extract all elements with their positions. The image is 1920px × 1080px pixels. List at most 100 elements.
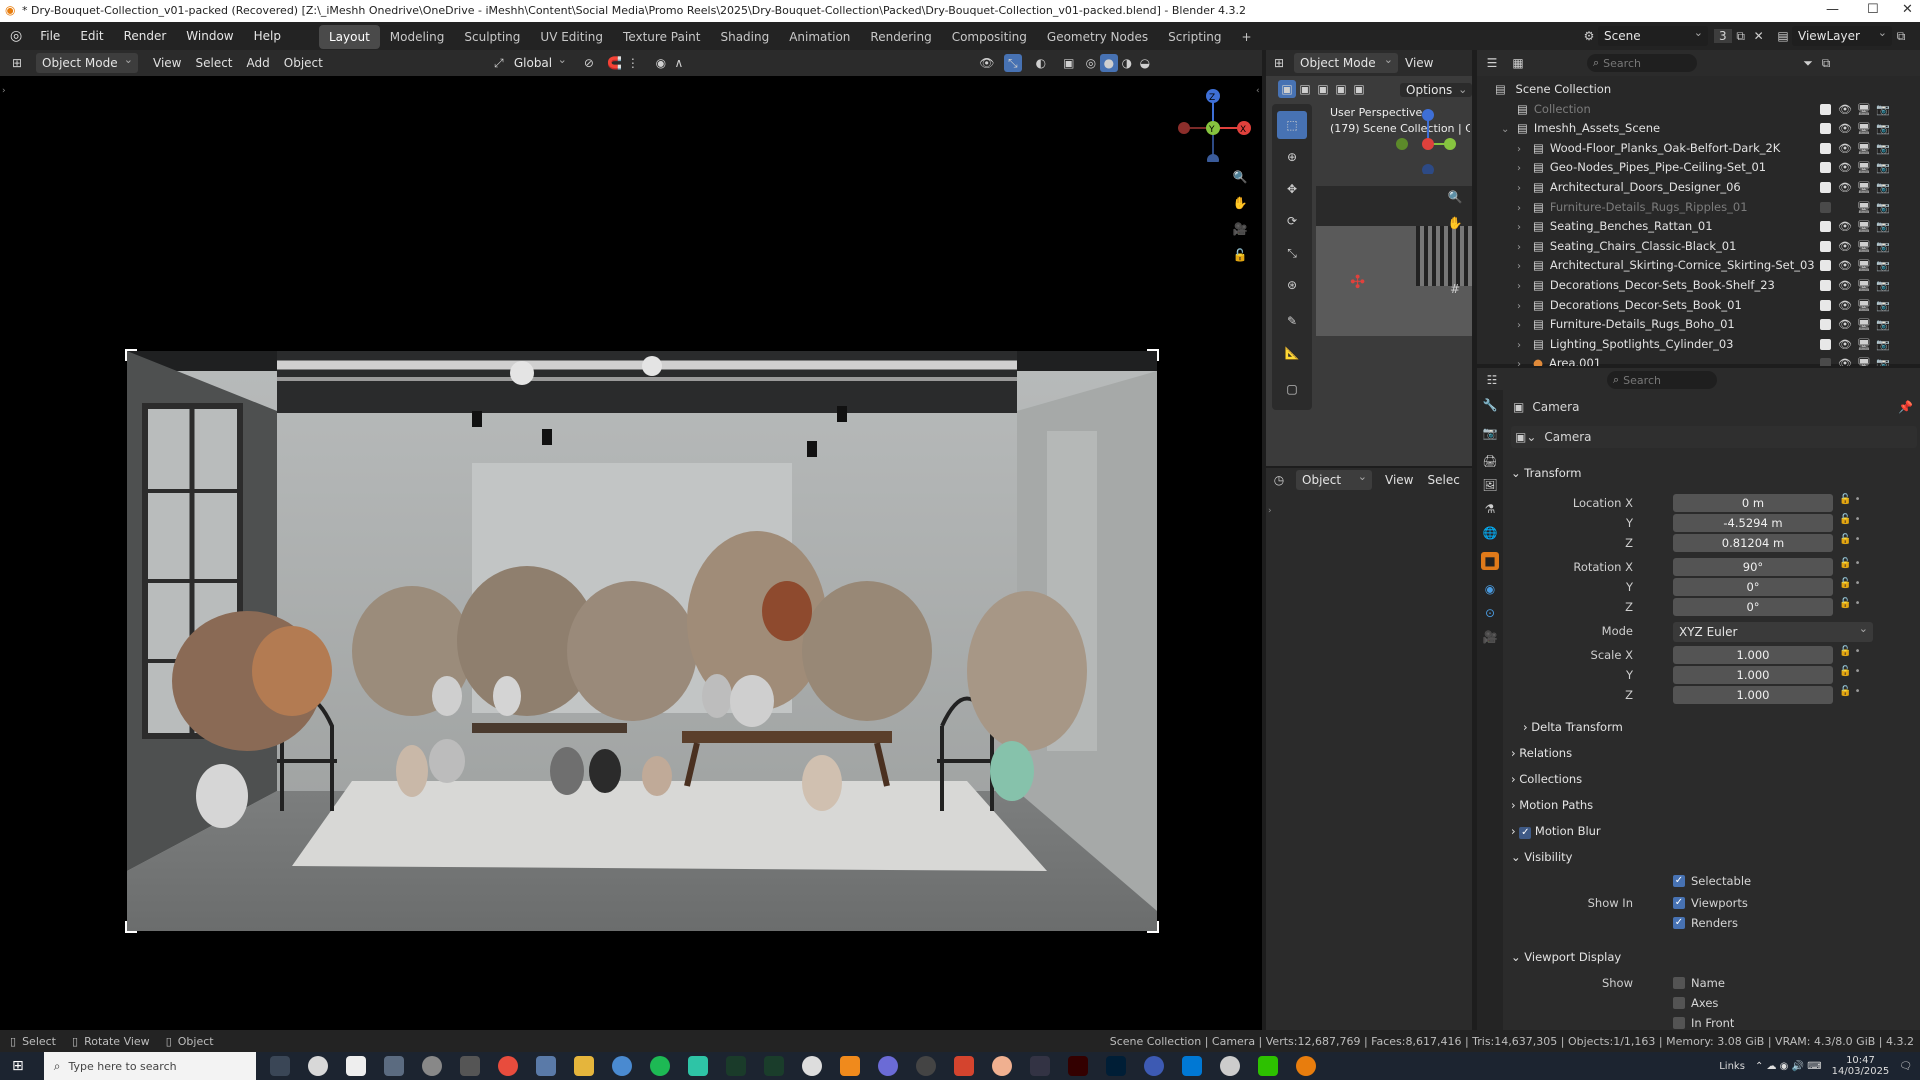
- render-toggle-icon[interactable]: 📷: [1876, 237, 1890, 257]
- measure-tool-icon[interactable]: 📐: [1277, 339, 1307, 367]
- view-layer-field[interactable]: ViewLayer: [1792, 23, 1892, 46]
- render-toggle-icon[interactable]: 📷: [1876, 217, 1890, 237]
- falloff-icon[interactable]: ∧: [670, 54, 688, 72]
- object-tab-icon[interactable]: ■: [1481, 552, 1499, 570]
- outliner-row[interactable]: › ▤ Architectural_Skirting-Cornice_Skirtin…: [1477, 256, 1920, 276]
- select-extend-icon[interactable]: ▣: [1296, 80, 1314, 98]
- outliner-search-input[interactable]: Search: [1603, 57, 1641, 70]
- timeline-expand-icon[interactable]: ›: [1268, 506, 1272, 516]
- tab-sculpting[interactable]: Sculpting: [454, 25, 530, 49]
- viewports-checkbox[interactable]: ✓: [1673, 897, 1685, 909]
- collections-panel[interactable]: › Collections: [1511, 772, 1582, 786]
- tray-icons[interactable]: ⌃ ☁ ◉ 🔊 ⌨: [1755, 1061, 1822, 1072]
- app-7-icon[interactable]: [991, 1056, 1012, 1076]
- exclude-checkbox[interactable]: [1820, 181, 1831, 193]
- links-label[interactable]: Links: [1719, 1061, 1745, 1072]
- outliner-row[interactable]: › ▤ Furniture-Details_Rugs_Ripples_01 🖥 📷: [1477, 198, 1920, 218]
- object-datablock[interactable]: ▣⌄ Camera: [1511, 426, 1917, 448]
- file-explorer-icon[interactable]: [573, 1056, 594, 1076]
- outliner-row[interactable]: › ▤ Architectural_Doors_Designer_06 👁 🖥 📷: [1477, 178, 1920, 198]
- relations-panel[interactable]: › Relations: [1511, 746, 1572, 760]
- tab-compositing[interactable]: Compositing: [942, 25, 1037, 49]
- delete-scene-icon[interactable]: ✕: [1750, 27, 1768, 45]
- orientation-dropdown[interactable]: Global: [508, 50, 572, 73]
- taskbar-search[interactable]: ⌕ Type here to search: [43, 1052, 256, 1080]
- scene-tab-icon[interactable]: ⚗: [1481, 500, 1499, 518]
- render-toggle-icon[interactable]: 📷: [1876, 315, 1890, 335]
- overlays-icon[interactable]: ◐: [1032, 54, 1050, 72]
- lock-location-x-icon[interactable]: 🔓 •: [1839, 494, 1869, 514]
- clock[interactable]: 10:47 14/03/2025: [1832, 1055, 1890, 1077]
- chevron-right-icon[interactable]: ›: [1517, 257, 1529, 277]
- gizmo-icon[interactable]: ⤡: [1003, 54, 1022, 72]
- painter-icon[interactable]: [763, 1056, 784, 1076]
- select-subtract-icon[interactable]: ▣: [1314, 80, 1332, 98]
- scale-x-field[interactable]: 1.000: [1673, 646, 1833, 664]
- motion-blur-panel[interactable]: › ✓ Motion Blur: [1511, 824, 1601, 839]
- sidebar-toggle-icon[interactable]: ‹: [1256, 86, 1260, 96]
- view-menu[interactable]: View: [146, 53, 188, 73]
- rotation-y-field[interactable]: 0°: [1673, 578, 1833, 596]
- show-axes-row[interactable]: Axes: [1673, 996, 1718, 1010]
- outliner-row[interactable]: › ▤ Seating_Chairs_Classic-Black_01 👁 🖥 📷: [1477, 237, 1920, 257]
- outliner-row[interactable]: ⌄ ▤ Imeshh_Assets_Scene 👁 🖥 📷: [1477, 119, 1920, 139]
- select-menu[interactable]: Select: [188, 53, 239, 73]
- datablock-name[interactable]: Camera: [1544, 430, 1591, 444]
- mini-zoom-icon[interactable]: 🔍: [1446, 188, 1464, 206]
- annotate-tool-icon[interactable]: ✎: [1277, 307, 1307, 335]
- blender-menu-icon[interactable]: ◎: [0, 28, 30, 44]
- outliner-row[interactable]: › ▤ Wood-Floor_Planks_Oak-Belfort-Dark_2K 👁…: [1477, 139, 1920, 159]
- chevron-right-icon[interactable]: ›: [1517, 238, 1529, 258]
- menu-help[interactable]: Help: [244, 22, 291, 50]
- motion-blur-checkbox[interactable]: ✓: [1519, 827, 1532, 839]
- location-x-field[interactable]: 0 m: [1673, 494, 1833, 512]
- new-view-layer-icon[interactable]: ⧉: [1892, 27, 1910, 45]
- secondary-3d-viewport[interactable]: ▣ ▣ ▣ ▣ ▣ Options User Perspective (179)…: [1266, 76, 1473, 466]
- visibility-panel-header[interactable]: ⌄ Visibility: [1511, 850, 1573, 864]
- properties-search-input[interactable]: Search: [1623, 374, 1661, 387]
- add-workspace-icon[interactable]: +: [1232, 25, 1262, 49]
- render-toggle-icon[interactable]: 📷: [1876, 198, 1890, 218]
- tab-geometry-nodes[interactable]: Geometry Nodes: [1037, 25, 1158, 49]
- cursor-tool-icon[interactable]: ⊕: [1277, 143, 1307, 171]
- eye-icon[interactable]: 👁: [1838, 256, 1852, 276]
- outliner-root[interactable]: ▤ Scene Collection: [1477, 80, 1920, 100]
- task-view-icon[interactable]: [269, 1056, 290, 1076]
- exclude-checkbox[interactable]: [1820, 201, 1831, 213]
- calculator-icon[interactable]: [383, 1056, 404, 1076]
- eye-icon[interactable]: 👁: [1838, 237, 1852, 257]
- lock-rotation-y-icon[interactable]: 🔓 •: [1839, 578, 1869, 598]
- render-toggle-icon[interactable]: 📷: [1876, 139, 1890, 159]
- menu-render[interactable]: Render: [114, 22, 177, 50]
- editor-type-icon[interactable]: ⊞: [8, 54, 26, 72]
- delta-transform-panel[interactable]: › Delta Transform: [1523, 720, 1623, 734]
- exclude-checkbox[interactable]: [1820, 240, 1831, 252]
- location-y-field[interactable]: -4.5294 m: [1673, 514, 1833, 532]
- viewports-row[interactable]: ✓ Viewports: [1673, 896, 1748, 910]
- constraints-tab-icon[interactable]: ⊙: [1481, 604, 1499, 622]
- filter-icon[interactable]: ⏷: [1799, 54, 1817, 72]
- taskbar-search-input[interactable]: Type here to search: [68, 1060, 176, 1073]
- viewport-toggle-icon[interactable]: 🖥: [1857, 158, 1871, 178]
- data-tab-icon[interactable]: 🎥: [1481, 628, 1499, 646]
- tool-tab-icon[interactable]: 🔧: [1481, 396, 1499, 414]
- viewport-toggle-icon[interactable]: 🖥: [1857, 139, 1871, 159]
- eye-icon[interactable]: 👁: [1838, 217, 1852, 237]
- clock-icon[interactable]: [421, 1056, 442, 1076]
- viewport-toggle-icon[interactable]: 🖥: [1857, 100, 1871, 120]
- outliner-row[interactable]: › ▤ Furniture-Details_Rugs_Boho_01 👁 🖥 📷: [1477, 315, 1920, 335]
- viewport-toggle-icon[interactable]: 🖥: [1857, 198, 1871, 218]
- exclude-checkbox[interactable]: [1820, 221, 1831, 233]
- exclude-checkbox[interactable]: [1820, 260, 1831, 272]
- chevron-right-icon[interactable]: ›: [1517, 297, 1529, 317]
- properties-editor-type-icon[interactable]: ☷: [1483, 371, 1501, 389]
- output-tab-icon[interactable]: 🖨: [1481, 452, 1499, 470]
- chrome-icon[interactable]: [497, 1056, 518, 1076]
- tab-animation[interactable]: Animation: [779, 25, 860, 49]
- tab-uv-editing[interactable]: UV Editing: [530, 25, 613, 49]
- location-z-field[interactable]: 0.81204 m: [1673, 534, 1833, 552]
- render-toggle-icon[interactable]: 📷: [1876, 276, 1890, 296]
- render-toggle-icon[interactable]: 📷: [1876, 158, 1890, 178]
- refresh-icon[interactable]: [915, 1056, 936, 1076]
- render-tab-icon[interactable]: 📷: [1481, 424, 1499, 442]
